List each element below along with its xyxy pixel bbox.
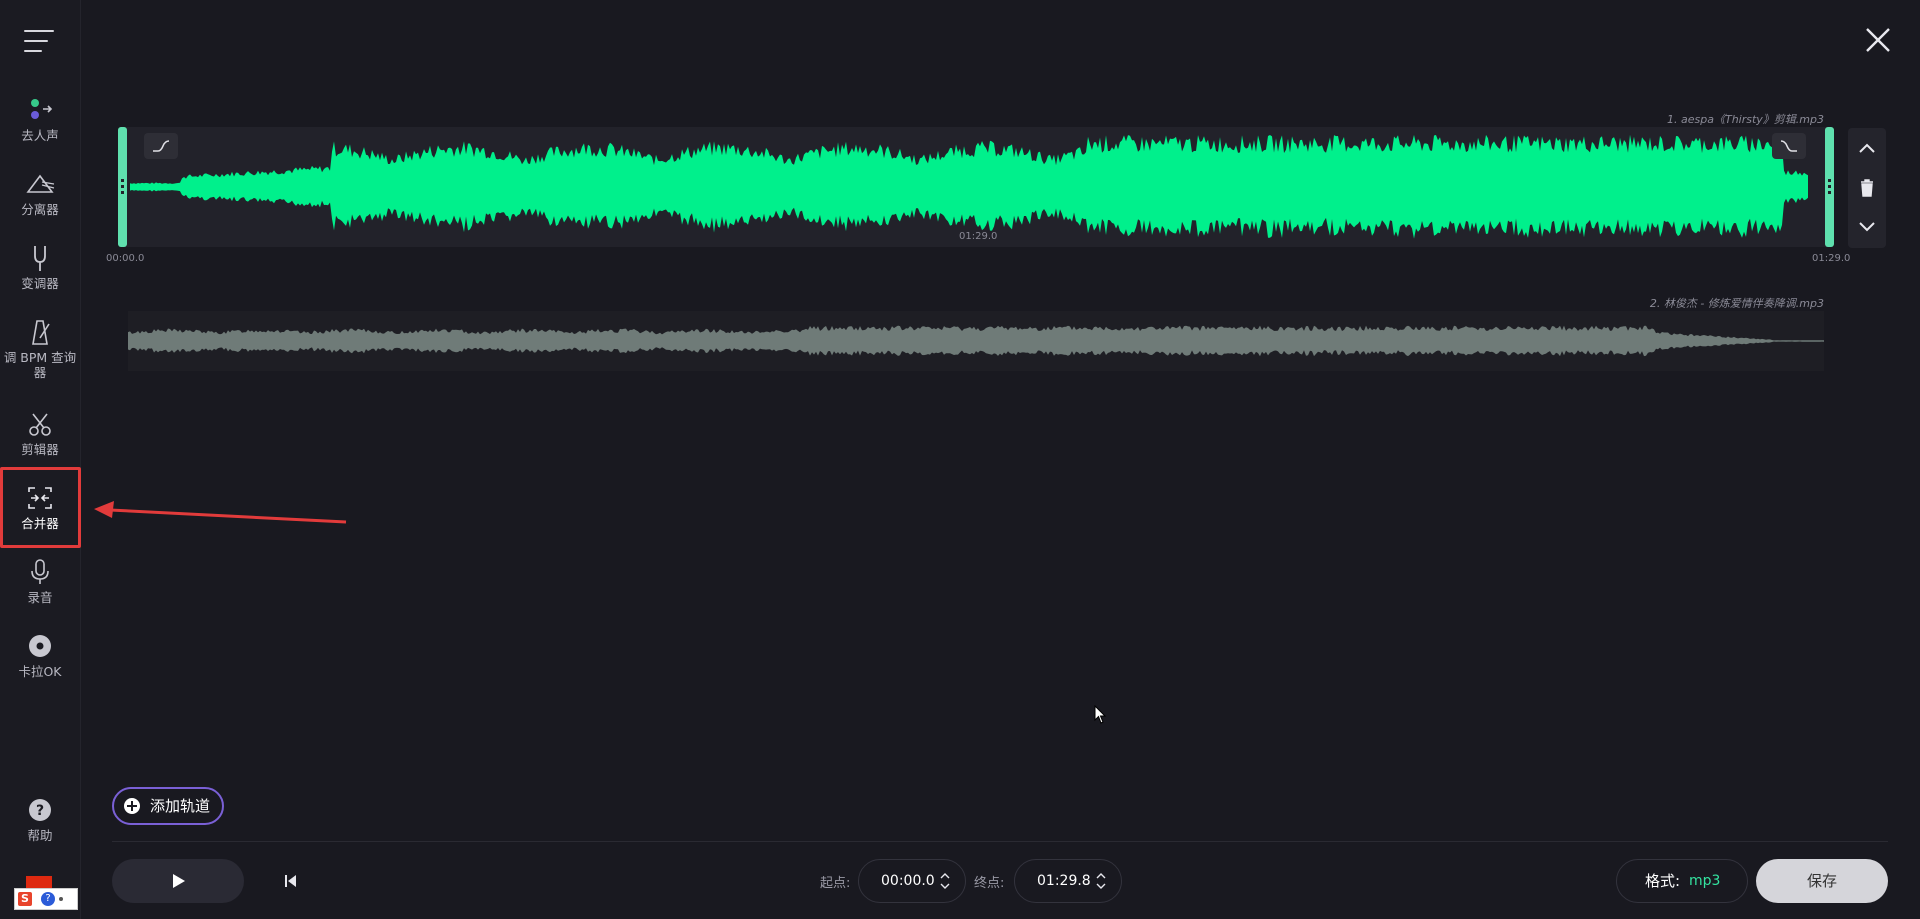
start-label: 起点:	[820, 876, 851, 891]
sidebar-item-label: 剪辑器	[21, 442, 59, 457]
track-1-start-time: 00:00.0	[106, 253, 145, 264]
sidebar-item-label: 分离器	[21, 202, 59, 217]
track-1-end-handle[interactable]	[1825, 127, 1834, 247]
track-controls	[1848, 128, 1886, 248]
ime-more-icon	[59, 897, 63, 901]
add-track-button[interactable]: 添加轨道	[112, 787, 224, 825]
disc-icon	[29, 635, 51, 657]
fade-in-icon	[153, 140, 170, 152]
waveform-path	[128, 325, 1824, 357]
fade-out-icon	[1780, 140, 1797, 152]
track-2-waveform	[128, 325, 1824, 357]
divider	[112, 841, 1888, 842]
move-down-icon[interactable]	[1848, 208, 1886, 246]
move-up-icon[interactable]	[1848, 130, 1886, 168]
sidebar-item-label: 帮助	[27, 828, 53, 843]
sidebar: 去人声 分离器 变调器 调 BPM 查询器 剪辑器 合并器 录音 卡拉OK ? …	[0, 0, 81, 919]
sidebar-item-label: 去人声	[21, 128, 59, 143]
ime-help-icon: ?	[41, 892, 55, 906]
format-select[interactable]: 格式: mp3	[1616, 859, 1748, 903]
sidebar-item-record[interactable]: 录音	[0, 558, 80, 605]
sidebar-item-editor[interactable]: 剪辑器	[0, 410, 80, 457]
menu-icon[interactable]	[24, 28, 56, 54]
vocal-remover-icon	[31, 99, 53, 119]
sidebar-item-karaoke[interactable]: 卡拉OK	[0, 632, 80, 679]
track-1-start-handle[interactable]	[118, 127, 127, 247]
tuning-fork-icon	[34, 246, 46, 271]
track-1-mid-time: 01:29.0	[959, 231, 998, 242]
sidebar-item-merger[interactable]: 合并器	[0, 484, 80, 531]
annotation-arrow	[94, 501, 347, 524]
track-1-waveform	[130, 134, 1808, 239]
stepper-icon[interactable]	[1095, 872, 1107, 890]
sidebar-item-label: 调 BPM 查询器	[3, 350, 77, 380]
sidebar-item-label: 合并器	[21, 516, 59, 531]
sidebar-item-label: 录音	[27, 590, 53, 605]
play-icon	[173, 874, 185, 888]
splitter-icon	[26, 174, 55, 193]
end-label: 终点:	[974, 876, 1005, 891]
microphone-icon	[31, 559, 49, 584]
track-name: 1. aespa《Thirsty》剪辑.mp3	[1667, 113, 1824, 126]
waveform-path	[130, 134, 1808, 239]
start-time-input[interactable]: 00:00.0	[858, 859, 966, 903]
sidebar-item-vocal-remover[interactable]: 去人声	[0, 96, 80, 143]
stepper-icon[interactable]	[939, 872, 951, 890]
sidebar-item-bpm[interactable]: 调 BPM 查询器	[0, 318, 80, 380]
format-value: mp3	[1689, 873, 1721, 889]
sidebar-item-label: 卡拉OK	[18, 664, 62, 679]
mouse-cursor-icon	[1094, 705, 1107, 724]
sidebar-item-help[interactable]: ? 帮助	[0, 796, 80, 843]
sidebar-item-pitch-changer[interactable]: 变调器	[0, 244, 80, 291]
save-button[interactable]: 保存	[1756, 859, 1888, 903]
sidebar-item-splitter[interactable]: 分离器	[0, 170, 80, 217]
end-time-input[interactable]: 01:29.8	[1014, 859, 1122, 903]
close-icon[interactable]	[1864, 26, 1892, 54]
play-button[interactable]	[112, 859, 244, 903]
scissors-icon	[29, 413, 51, 436]
skip-to-start-icon[interactable]	[282, 872, 300, 890]
help-icon: ?	[29, 799, 51, 821]
add-icon	[124, 798, 140, 814]
ime-logo-icon: S	[18, 892, 32, 906]
svg-text:?: ?	[36, 803, 44, 819]
delete-icon[interactable]	[1848, 169, 1886, 207]
fade-out-button[interactable]	[1772, 133, 1806, 159]
fade-in-button[interactable]	[144, 133, 178, 159]
track-name: 2. 林俊杰 - 修炼爱情伴奏降调.mp3	[1649, 297, 1824, 310]
sidebar-item-label: 变调器	[21, 276, 59, 291]
metronome-icon	[32, 320, 50, 345]
merge-icon	[28, 487, 52, 509]
track-1-end-time: 01:29.0	[1812, 253, 1851, 264]
ime-toolbar[interactable]: S ?	[14, 888, 78, 910]
